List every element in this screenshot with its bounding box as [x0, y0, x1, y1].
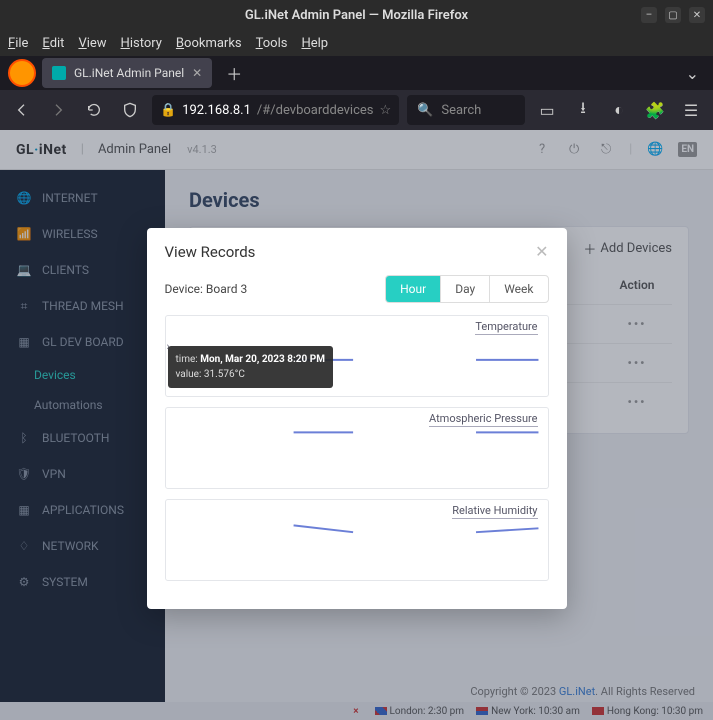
browser-tabbar: GL.iNet Admin Panel ✕ ＋ ⌄: [0, 56, 713, 90]
search-icon: 🔍: [417, 103, 433, 118]
window-title: GL.iNet Admin Panel — Mozilla Firefox: [245, 8, 468, 23]
chart-line: [476, 528, 538, 532]
menu-history[interactable]: History: [121, 36, 162, 51]
chart-temperature: Temperature › time: Mon, Mar 20, 2023 8:…: [165, 315, 549, 397]
menu-file[interactable]: File: [8, 36, 28, 51]
firefox-icon[interactable]: [8, 59, 36, 87]
segment-hour[interactable]: Hour: [386, 276, 440, 302]
window-controls: – ▢ ✕: [641, 7, 705, 23]
tabs-overflow-button[interactable]: ⌄: [676, 64, 709, 83]
nav-reload-button[interactable]: [80, 96, 108, 124]
os-titlebar: GL.iNet Admin Panel — Mozilla Firefox – …: [0, 0, 713, 30]
modal-close-button[interactable]: ✕: [535, 242, 548, 261]
segment-week[interactable]: Week: [489, 276, 547, 302]
menu-view[interactable]: View: [78, 36, 106, 51]
menu-edit[interactable]: Edit: [42, 36, 64, 51]
tab-favicon: [52, 66, 66, 80]
menu-bookmarks[interactable]: Bookmarks: [176, 36, 242, 51]
view-records-modal: View Records ✕ Device: Board 3 Hour Day …: [147, 228, 567, 609]
tooltip-value-label: value:: [176, 369, 204, 380]
lock-icon: 🔒: [160, 103, 176, 118]
reader-icon[interactable]: ▭: [533, 96, 561, 124]
window-close-button[interactable]: ✕: [689, 7, 705, 23]
chart-relative-humidity: Relative Humidity: [165, 499, 549, 581]
chart-title: Relative Humidity: [452, 504, 537, 519]
extensions-icon[interactable]: 🧩: [641, 96, 669, 124]
chart-tooltip: time: Mon, Mar 20, 2023 8:20 PM value: 3…: [168, 346, 333, 388]
tooltip-value-value: 31.576°C: [204, 369, 245, 380]
hamburger-icon[interactable]: ☰: [677, 96, 705, 124]
tooltip-time-label: time:: [176, 354, 201, 365]
account-icon[interactable]: ◐: [605, 96, 633, 124]
downloads-icon[interactable]: ⭳: [569, 96, 597, 124]
device-label: Device: Board 3: [165, 282, 248, 296]
tab-title: GL.iNet Admin Panel: [74, 66, 184, 80]
url-path: /#/devboarddevices: [257, 103, 374, 118]
new-tab-button[interactable]: ＋: [218, 61, 250, 85]
window-maximize-button[interactable]: ▢: [665, 7, 681, 23]
window-minimize-button[interactable]: –: [641, 7, 657, 23]
nav-forward-button[interactable]: [44, 96, 72, 124]
url-host: 192.168.8.1: [182, 103, 251, 118]
modal-header: View Records ✕: [165, 242, 549, 261]
navbar-right: ▭ ⭳ ◐ 🧩 ☰: [533, 96, 705, 124]
page-content: GL·iNet | Admin Panel v4.1.3 ? ⏻ ⎋ | 🌐 E…: [0, 130, 713, 720]
segment-day[interactable]: Day: [440, 276, 489, 302]
chart-atmospheric-pressure: Atmospheric Pressure: [165, 407, 549, 489]
tooltip-time-value: Mon, Mar 20, 2023 8:20 PM: [200, 354, 325, 365]
menu-tools[interactable]: Tools: [256, 36, 288, 51]
device-label-text: Device:: [165, 282, 206, 296]
tab-close-button[interactable]: ✕: [192, 66, 202, 80]
modal-title: View Records: [165, 243, 256, 261]
browser-menubar: File Edit View History Bookmarks Tools H…: [0, 30, 713, 56]
device-name: Board 3: [206, 282, 247, 296]
chart-title: Atmospheric Pressure: [429, 412, 538, 427]
search-bar[interactable]: 🔍 Search: [407, 95, 525, 125]
search-placeholder: Search: [441, 103, 481, 118]
url-bar[interactable]: 🔒 192.168.8.1 /#/devboarddevices ☆: [152, 95, 399, 125]
shield-icon[interactable]: [116, 96, 144, 124]
modal-subheader: Device: Board 3 Hour Day Week: [165, 275, 549, 303]
menu-help[interactable]: Help: [301, 36, 328, 51]
nav-back-button[interactable]: [8, 96, 36, 124]
chart-title: Temperature: [475, 320, 537, 335]
browser-tab[interactable]: GL.iNet Admin Panel ✕: [42, 58, 212, 88]
chart-line: [293, 525, 353, 532]
time-range-segment: Hour Day Week: [385, 275, 548, 303]
bookmark-star-icon[interactable]: ☆: [380, 103, 392, 118]
browser-navbar: 🔒 192.168.8.1 /#/devboarddevices ☆ 🔍 Sear…: [0, 90, 713, 130]
